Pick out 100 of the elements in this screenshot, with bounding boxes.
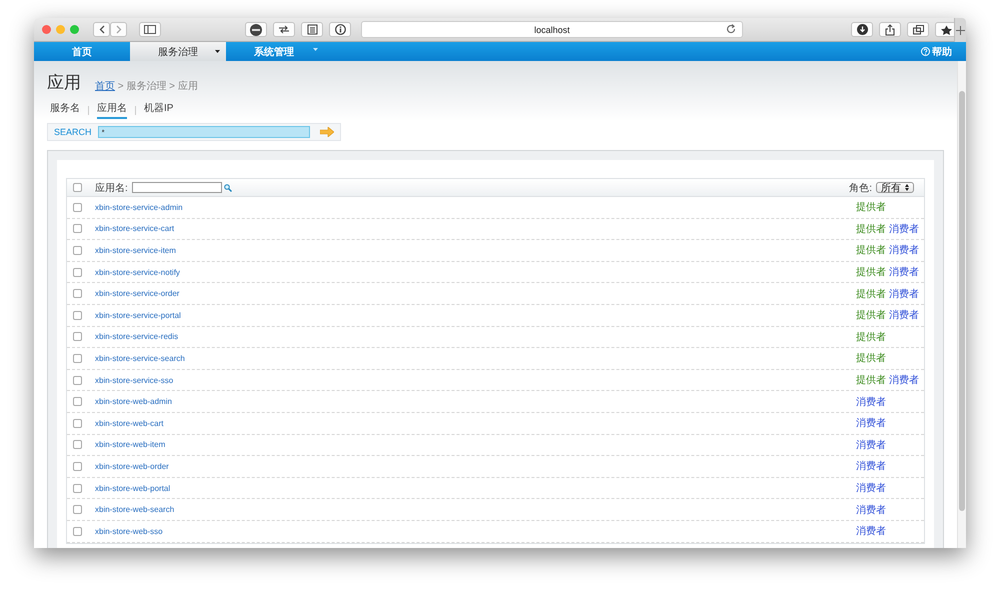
row-checkbox[interactable] — [73, 354, 82, 363]
breadcrumb-link[interactable]: 首页 — [95, 81, 115, 92]
row-checkbox[interactable] — [73, 289, 82, 298]
help-link[interactable]: 帮助 — [921, 42, 966, 61]
app-name-link[interactable]: xbin-store-service-cart — [95, 224, 174, 234]
tab[interactable]: 服务名 — [50, 101, 80, 119]
provider-link[interactable]: 提供者 — [856, 286, 886, 301]
document-icon — [306, 24, 318, 35]
search-field[interactable]: * — [98, 126, 310, 138]
filter-field[interactable] — [132, 182, 222, 193]
close-icon[interactable] — [42, 25, 51, 34]
row-checkbox[interactable] — [73, 440, 82, 450]
consumer-link[interactable]: 消费者 — [889, 308, 919, 322]
provider-link[interactable]: 提供者 — [856, 308, 886, 322]
help-icon — [921, 47, 930, 56]
row-checkbox[interactable] — [73, 397, 82, 406]
app-name-link[interactable]: xbin-store-service-notify — [95, 268, 180, 277]
provider-link[interactable]: 提供者 — [856, 200, 886, 214]
share-button[interactable] — [879, 22, 901, 37]
star-icon — [940, 24, 952, 34]
chevron-left-icon — [98, 25, 104, 34]
provider-link[interactable]: 提供者 — [856, 373, 886, 388]
row-checkbox[interactable] — [73, 462, 82, 471]
page-title: 应用 — [47, 72, 81, 94]
app-name-link[interactable]: xbin-store-service-admin — [95, 202, 183, 212]
extension-button[interactable] — [245, 22, 267, 37]
app-name-link[interactable]: xbin-store-web-portal — [95, 484, 170, 493]
search-icon[interactable] — [224, 184, 232, 192]
row-checkbox[interactable] — [73, 246, 82, 255]
consumer-link[interactable]: 消费者 — [856, 438, 886, 452]
consumer-link[interactable]: 消费者 — [889, 373, 919, 388]
consumer-link[interactable]: 消费者 — [856, 524, 886, 538]
role-label: 角色: — [849, 182, 872, 194]
app-name-link[interactable]: xbin-store-service-item — [95, 246, 176, 255]
scrollbar[interactable] — [957, 61, 966, 548]
consumer-link[interactable]: 消费者 — [889, 243, 919, 258]
tab[interactable]: 机器IP — [144, 101, 174, 119]
extension-button[interactable] — [273, 22, 295, 37]
extension-button[interactable] — [301, 22, 323, 37]
app-name-link[interactable]: xbin-store-service-redis — [95, 332, 178, 342]
sidebar-button[interactable] — [139, 22, 161, 37]
downloads-button[interactable] — [851, 22, 873, 37]
select-all-checkbox[interactable] — [73, 183, 82, 192]
tab[interactable]: 应用名 — [97, 101, 127, 119]
consumer-link[interactable]: 消费者 — [856, 502, 886, 517]
nav-tab[interactable]: 首页 — [34, 42, 130, 61]
arrows-icon — [278, 25, 290, 34]
nav-tab[interactable]: 系统管理 — [226, 42, 322, 61]
consumer-link[interactable]: 消费者 — [856, 394, 886, 409]
new-tab-button[interactable] — [954, 18, 966, 42]
consumer-link[interactable]: 消费者 — [889, 265, 919, 280]
provider-link[interactable]: 提供者 — [856, 222, 886, 236]
row-checkbox[interactable] — [73, 310, 82, 320]
tabs-button[interactable] — [907, 22, 929, 37]
app-name-link[interactable]: xbin-store-service-order — [95, 289, 180, 298]
app-name-link[interactable]: xbin-store-service-search — [95, 354, 185, 363]
provider-link[interactable]: 提供者 — [856, 243, 886, 258]
row-checkbox[interactable] — [73, 526, 82, 536]
row-checkbox[interactable] — [73, 332, 82, 342]
app-name-link[interactable]: xbin-store-web-item — [95, 440, 166, 450]
arrow-right-icon — [320, 127, 334, 137]
stop-sign-icon — [250, 24, 262, 36]
row-checkbox[interactable] — [73, 484, 82, 493]
tabs-icon — [912, 24, 924, 34]
search-label: SEARCH — [54, 127, 92, 137]
scrollbar-thumb[interactable] — [959, 91, 965, 511]
app-name-link[interactable]: xbin-store-web-sso — [95, 526, 163, 536]
row-checkbox[interactable] — [73, 202, 82, 212]
address-bar[interactable]: localhost — [361, 21, 743, 38]
row-checkbox[interactable] — [73, 224, 82, 234]
reload-icon[interactable] — [726, 24, 736, 34]
consumer-link[interactable]: 消费者 — [856, 481, 886, 496]
provider-link[interactable]: 提供者 — [856, 265, 886, 280]
maximize-icon[interactable] — [70, 25, 79, 34]
provider-link[interactable]: 提供者 — [856, 330, 886, 344]
row-checkbox[interactable] — [73, 418, 82, 428]
app-name-link[interactable]: xbin-store-web-search — [95, 505, 174, 514]
row-checkbox[interactable] — [73, 376, 82, 385]
url-text: localhost — [534, 24, 570, 34]
consumer-link[interactable]: 消费者 — [856, 416, 886, 430]
row-checkbox[interactable] — [73, 268, 82, 277]
app-name-link[interactable]: xbin-store-web-admin — [95, 397, 172, 406]
info-icon — [334, 24, 346, 35]
app-name-link[interactable]: xbin-store-web-order — [95, 462, 169, 471]
extension-button[interactable] — [329, 22, 351, 37]
minimize-icon[interactable] — [56, 25, 65, 34]
consumer-link[interactable]: 消费者 — [889, 222, 919, 236]
consumer-link[interactable]: 消费者 — [889, 286, 919, 301]
row-checkbox[interactable] — [73, 505, 82, 514]
app-name-link[interactable]: xbin-store-service-portal — [95, 310, 181, 320]
consumer-link[interactable]: 消费者 — [856, 459, 886, 474]
chevron-right-icon — [116, 25, 122, 34]
back-button[interactable] — [93, 22, 110, 37]
app-name-link[interactable]: xbin-store-web-cart — [95, 418, 164, 428]
share-icon — [885, 24, 895, 36]
role-select[interactable]: 所有 — [876, 182, 914, 193]
app-name-link[interactable]: xbin-store-service-sso — [95, 376, 174, 385]
provider-link[interactable]: 提供者 — [856, 351, 886, 366]
nav-tab[interactable]: 服务治理 — [130, 42, 226, 61]
plus-icon — [956, 26, 965, 34]
